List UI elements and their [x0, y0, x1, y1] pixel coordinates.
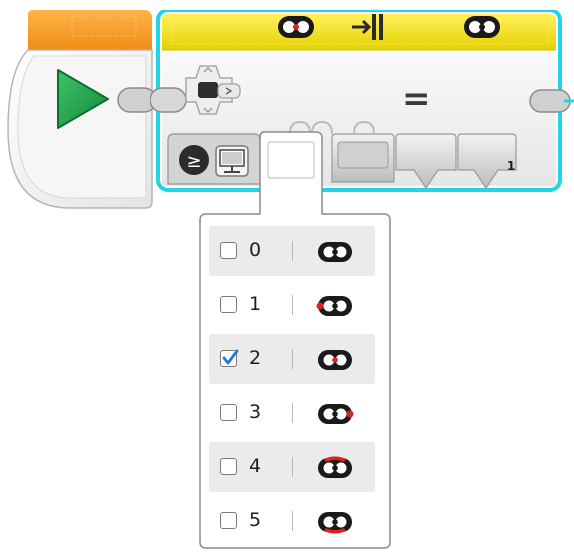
separator — [292, 241, 293, 261]
sensor-port-2-icon — [318, 350, 352, 370]
sensor-port-0-icon — [318, 242, 352, 262]
port-list: 0 1 2 3 4 5 — [209, 226, 375, 550]
port-checkbox[interactable] — [220, 458, 237, 475]
start-block[interactable] — [0, 10, 162, 210]
port-label: 5 — [249, 509, 262, 531]
port-label: 1 — [249, 293, 262, 315]
port-icon — [352, 14, 383, 40]
separator — [292, 457, 293, 477]
program-canvas: ≥ = 1 0 1 2 3 4 5 — [0, 0, 574, 552]
port-label: 0 — [249, 239, 262, 261]
port-option-5[interactable]: 5 — [209, 496, 375, 546]
equals-icon: = — [402, 79, 431, 119]
sensor-port-4-icon — [318, 456, 352, 478]
sensor-icon — [464, 16, 500, 38]
play-icon — [57, 69, 109, 129]
sensor-icon — [278, 16, 314, 38]
port-option-3[interactable]: 3 — [209, 388, 375, 438]
sensor-port-1-icon — [316, 296, 352, 316]
port-checkbox[interactable] — [220, 512, 237, 529]
port-checkbox[interactable] — [220, 349, 239, 367]
port-option-2[interactable]: 2 — [209, 334, 375, 384]
port-option-0[interactable]: 0 — [209, 226, 375, 276]
sensor-port-5-icon — [318, 512, 352, 534]
separator — [292, 511, 293, 531]
port-selector-popup: 0 1 2 3 4 5 — [196, 130, 396, 550]
port-option-1[interactable]: 1 — [209, 280, 375, 330]
port-label: 4 — [249, 455, 262, 477]
port-label: 3 — [249, 401, 262, 423]
separator — [292, 295, 293, 315]
threshold-value[interactable]: 1 — [503, 156, 519, 176]
port-checkbox[interactable] — [220, 242, 237, 259]
port-value-field[interactable] — [268, 142, 314, 178]
separator — [292, 403, 293, 423]
port-checkbox[interactable] — [220, 296, 237, 313]
port-checkbox[interactable] — [220, 404, 237, 421]
checkmark-icon — [222, 349, 239, 365]
port-label: 2 — [249, 347, 262, 369]
separator — [292, 349, 293, 369]
port-option-4[interactable]: 4 — [209, 442, 375, 492]
sensor-port-3-icon — [318, 404, 354, 424]
